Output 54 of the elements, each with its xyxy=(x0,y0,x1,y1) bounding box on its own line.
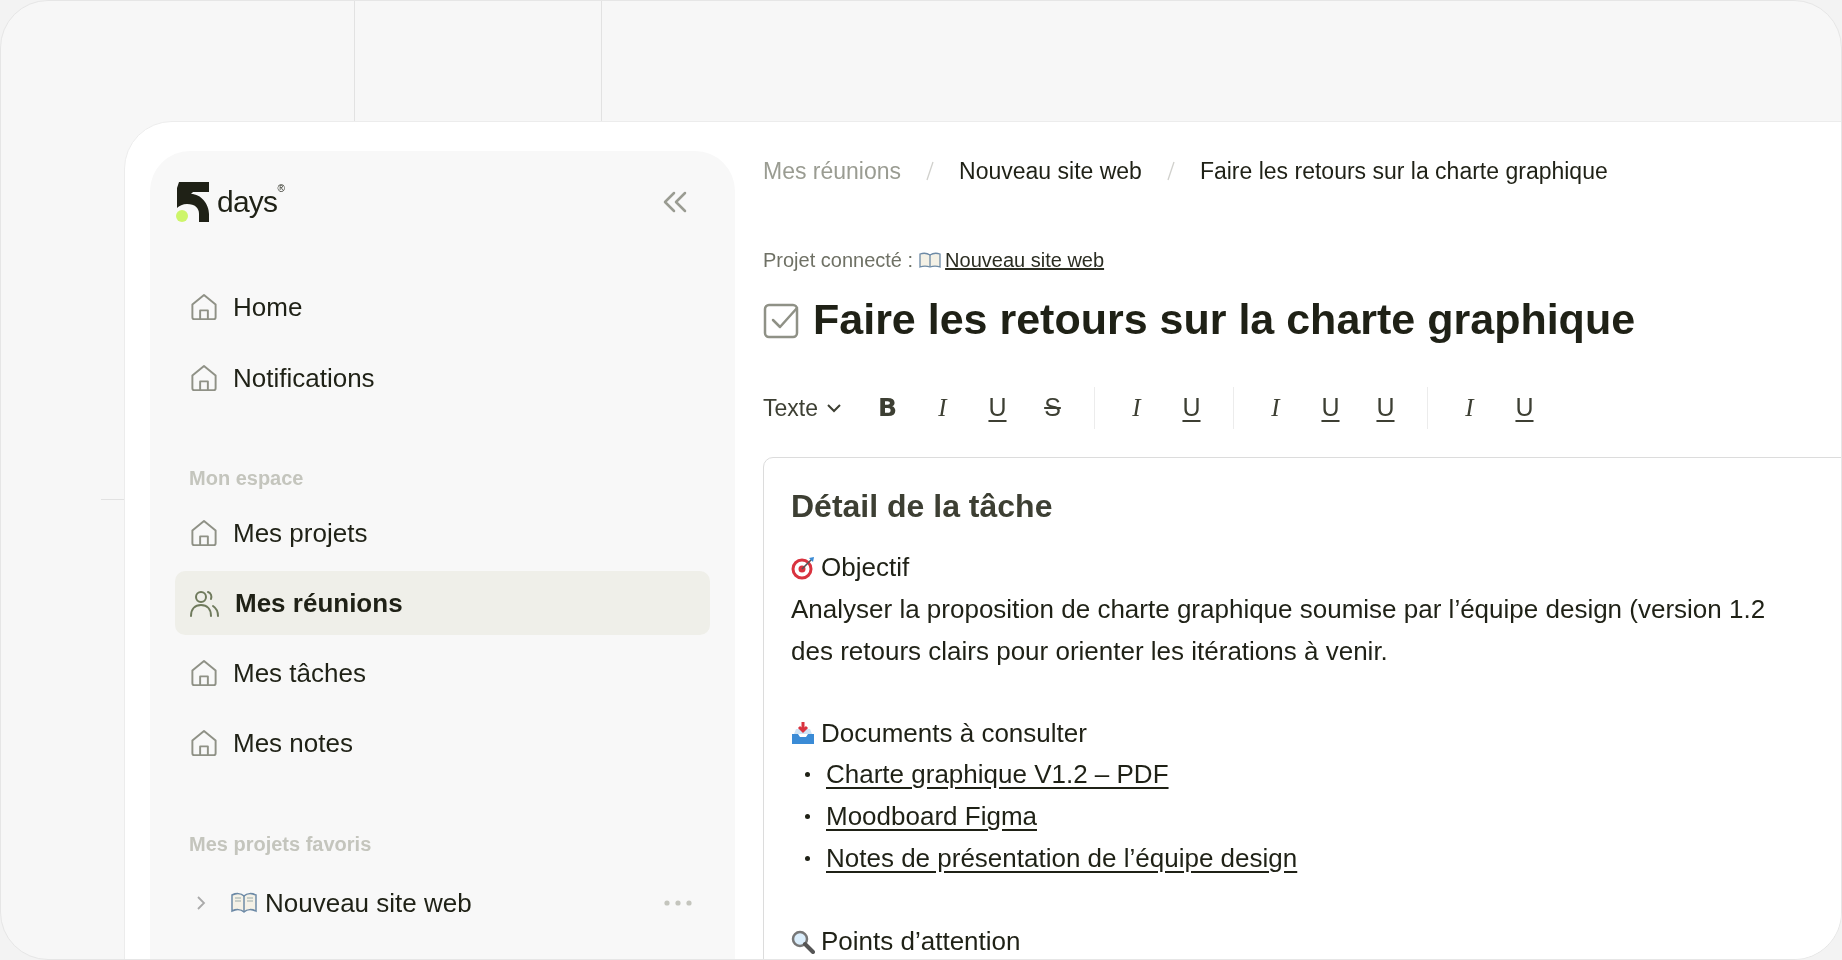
format-button[interactable]: U xyxy=(1358,387,1413,428)
magnifier-icon xyxy=(791,929,815,954)
target-icon xyxy=(791,555,815,580)
format-button[interactable]: S xyxy=(1025,387,1080,428)
connected-project-label: Projet connecté : xyxy=(763,248,914,273)
editor-heading: Détail de la tâche xyxy=(791,486,1054,526)
format-button[interactable]: B xyxy=(860,387,915,428)
bullet-icon xyxy=(805,814,810,820)
house-icon xyxy=(189,658,219,688)
nav-item[interactable]: Mes réunions xyxy=(175,571,710,635)
nav-item[interactable]: Mes projets xyxy=(175,501,710,565)
format-button[interactable]: U xyxy=(970,387,1025,428)
text-style-dropdown[interactable]: Texte xyxy=(763,390,842,425)
paragraph-line: des retours clairs pour orienter les itérations à venir. xyxy=(791,634,1389,668)
bullet-icon xyxy=(805,772,810,778)
breadcrumb-separator-icon xyxy=(1165,160,1176,182)
task-title: Faire les retours sur la charte graphique xyxy=(813,294,1636,345)
house-icon xyxy=(189,728,219,758)
people-icon xyxy=(189,588,221,618)
house-icon xyxy=(189,363,219,393)
breadcrumb-separator-icon xyxy=(925,160,936,182)
book-icon xyxy=(231,892,257,914)
section-title: Mon espace xyxy=(188,466,305,491)
format-button[interactable]: I xyxy=(915,387,970,428)
nav-item[interactable]: Home xyxy=(175,275,710,339)
breadcrumb-link[interactable]: Faire les retours sur la charte graphique xyxy=(1199,153,1608,189)
favorite-project-link[interactable]: Nouveau site web xyxy=(265,883,664,923)
format-button[interactable]: U xyxy=(1303,387,1358,428)
nav-item[interactable]: Mes tâches xyxy=(175,641,710,705)
bullet-icon xyxy=(805,856,810,862)
section-heading: Points d’attention xyxy=(821,925,1021,959)
section-title: Mes projets favoris xyxy=(188,832,373,857)
document-link[interactable]: Notes de présentation de l’équipe design xyxy=(826,839,1298,879)
connected-project-link[interactable]: Nouveau site web xyxy=(919,245,1105,275)
house-icon xyxy=(189,292,219,322)
more-icon[interactable] xyxy=(664,900,692,906)
inbox-icon xyxy=(791,721,815,746)
nav-item[interactable]: Mes notes xyxy=(175,711,710,775)
breadcrumb-link[interactable]: Nouveau site web xyxy=(959,153,1142,189)
document-link[interactable]: Moodboard Figma xyxy=(826,797,1037,837)
house-icon xyxy=(189,518,219,548)
paragraph-line: Analyser la proposition de charte graphique soumise par l’équipe design (version 1.2 xyxy=(791,592,1767,626)
nav-item[interactable]: Notifications xyxy=(175,346,710,410)
format-button[interactable]: I xyxy=(1442,387,1497,428)
section-heading: Documents à consulter xyxy=(821,717,1087,751)
document-link[interactable]: Charte graphique V1.2 – PDF xyxy=(826,755,1169,795)
format-button[interactable]: U xyxy=(1164,387,1219,428)
logo-icon xyxy=(175,182,211,222)
format-button[interactable]: U xyxy=(1497,387,1552,428)
book-icon xyxy=(919,252,942,268)
format-button[interactable]: I xyxy=(1109,387,1164,428)
collapse-sidebar-icon[interactable] xyxy=(662,191,688,213)
format-button[interactable]: I xyxy=(1248,387,1303,428)
section-heading: Objectif xyxy=(821,551,910,585)
